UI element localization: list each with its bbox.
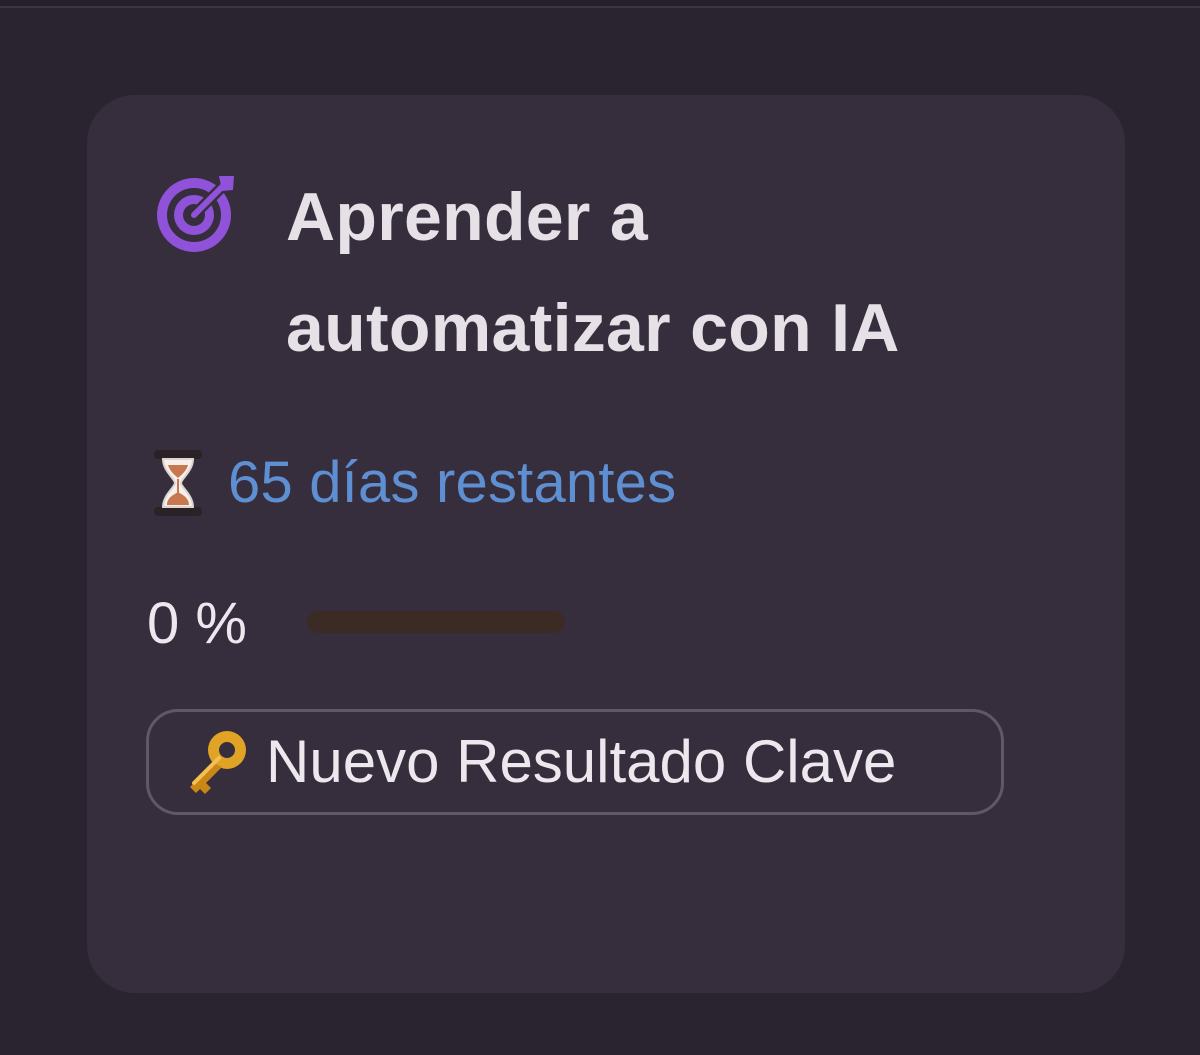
goal-title: Aprender a automatizar con IA (286, 179, 900, 366)
target-icon (154, 171, 238, 255)
top-divider (0, 0, 1200, 8)
new-key-result-label: Nuevo Resultado Clave (266, 728, 897, 795)
progress-percentage: 0 % (147, 591, 247, 656)
new-key-result-button[interactable]: Nuevo Resultado Clave (146, 709, 1004, 815)
hourglass-icon (150, 448, 206, 518)
key-icon (180, 727, 250, 797)
progress-bar (307, 611, 565, 633)
deadline-row: 65 días restantes (150, 443, 676, 523)
days-remaining: 65 días restantes (228, 450, 677, 515)
